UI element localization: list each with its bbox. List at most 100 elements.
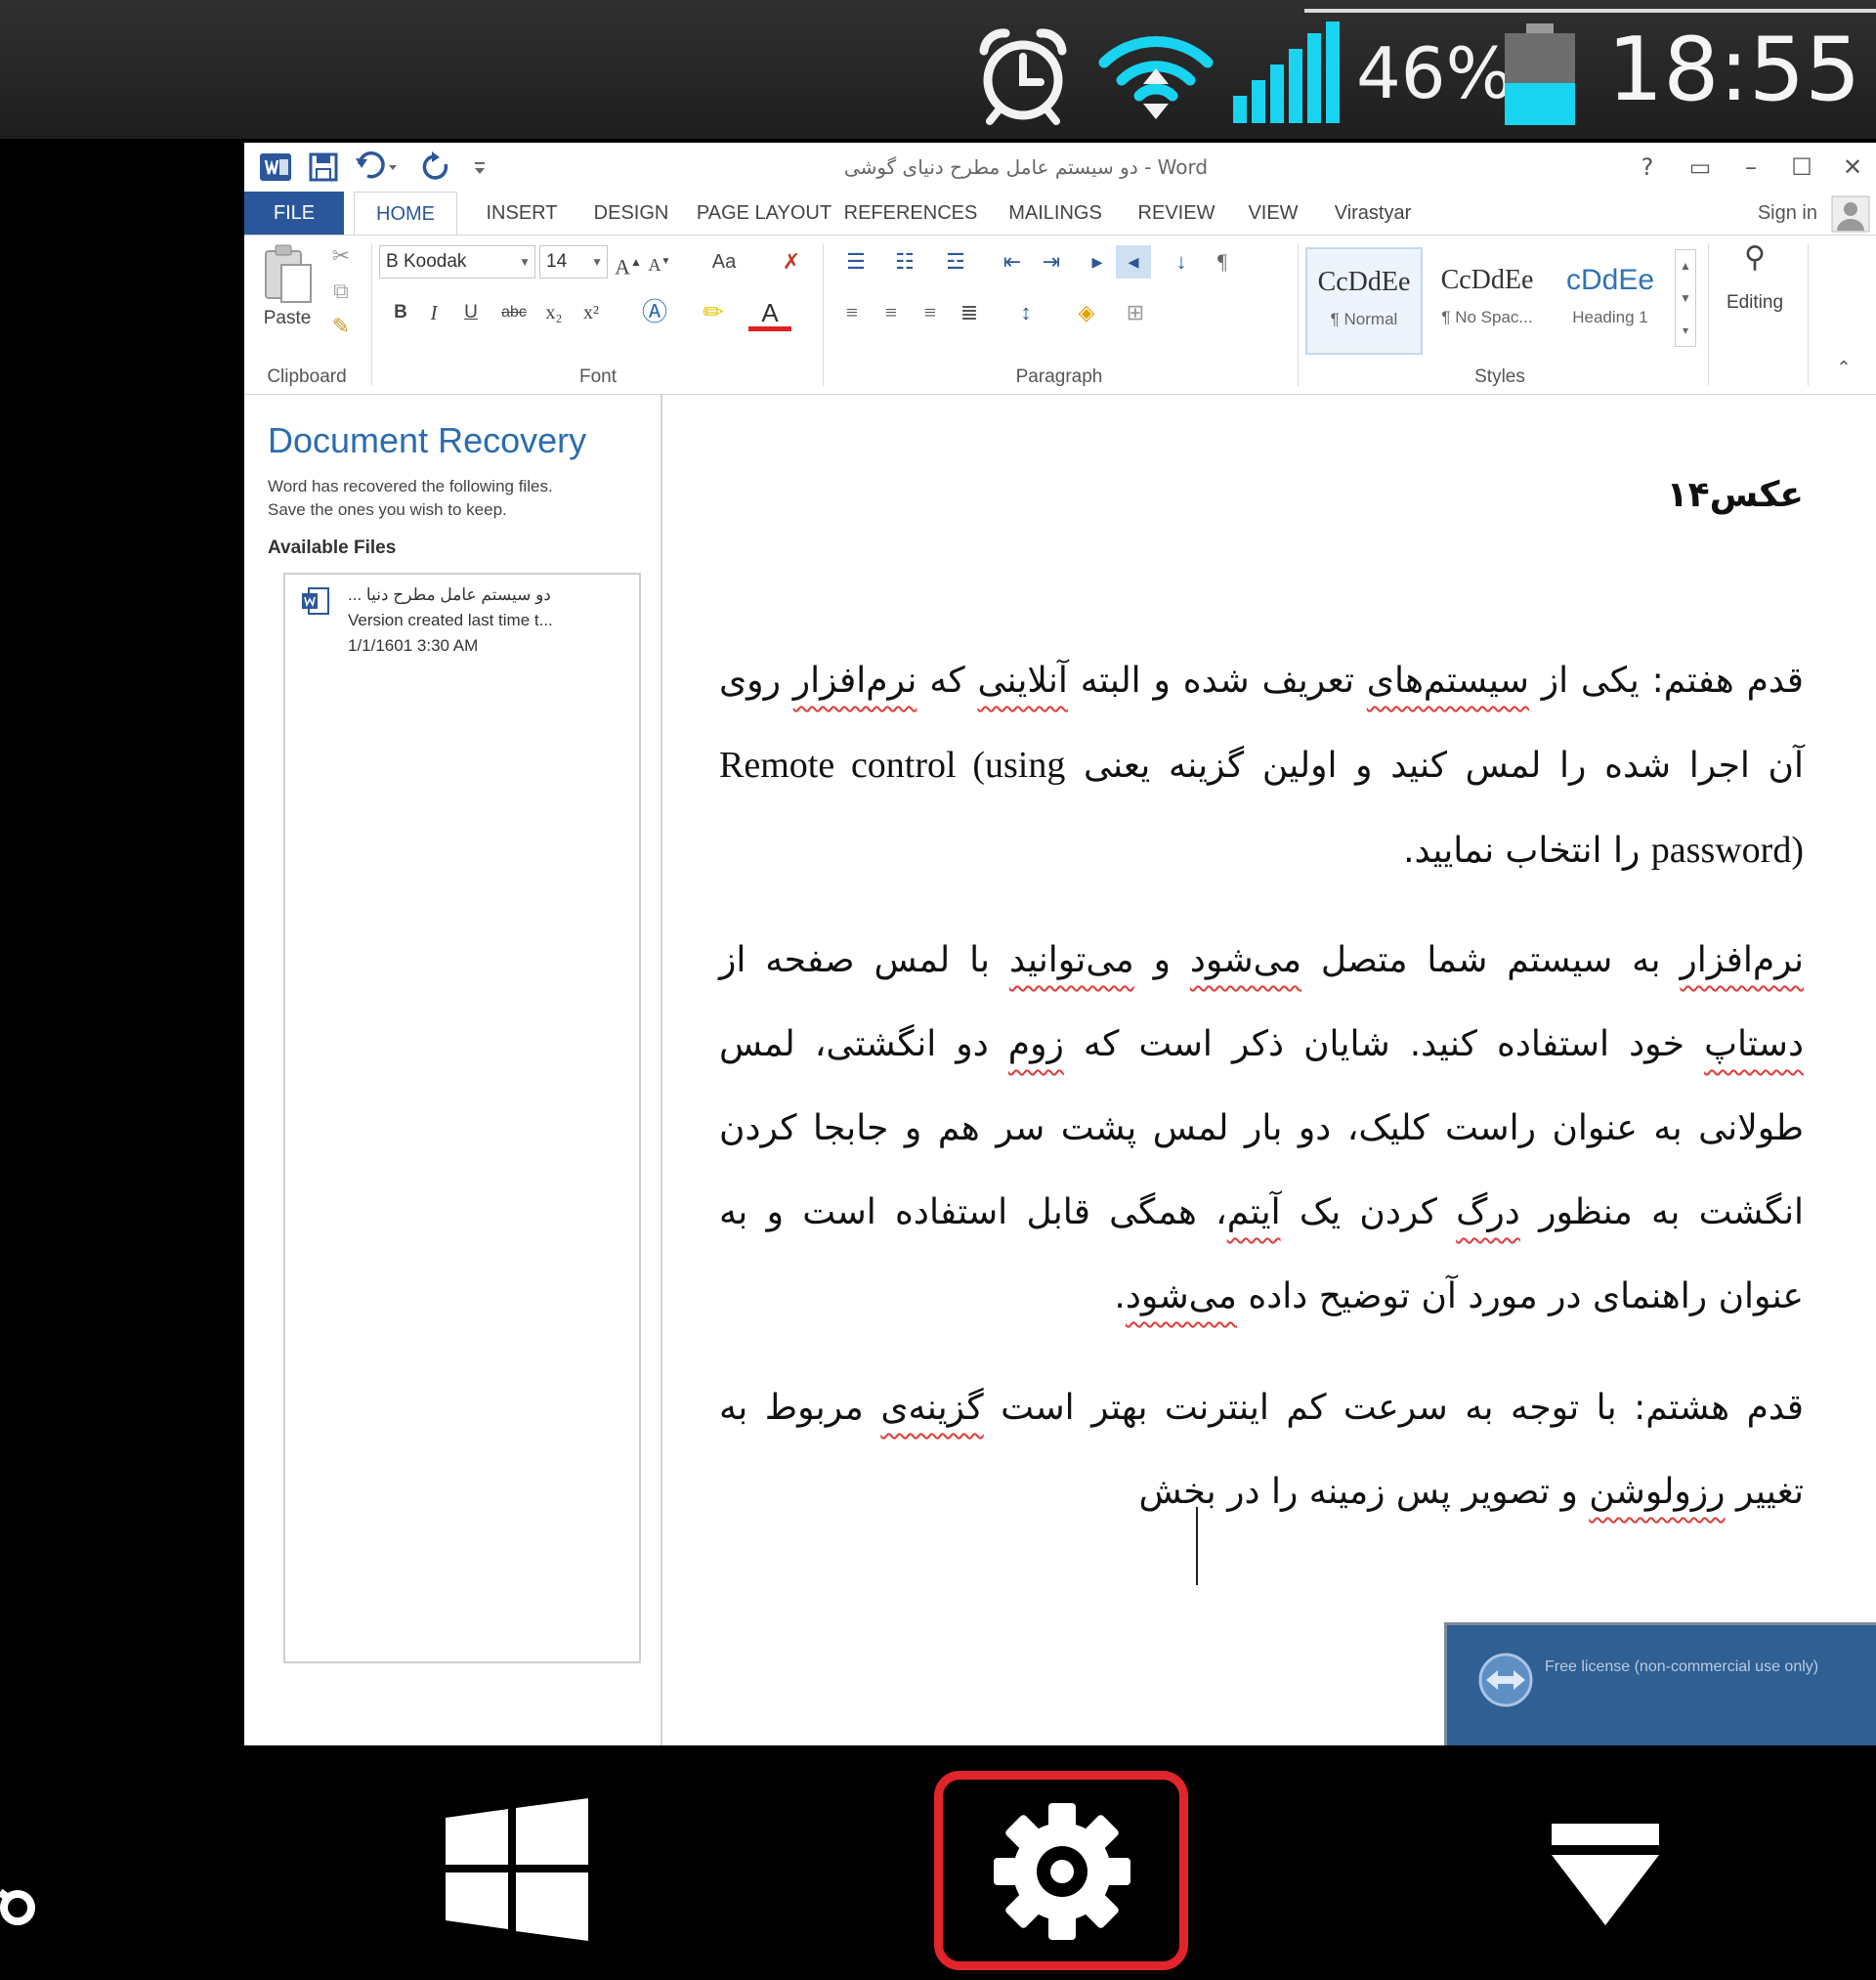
tab-file[interactable]: FILE [244, 192, 344, 235]
maximize-button[interactable]: ☐ [1782, 149, 1821, 186]
word-window: دو سیستم عامل مطرح دنیای گوشی - Word ? ▭… [244, 143, 1876, 1745]
key-icon[interactable] [0, 1863, 43, 1931]
style-name: ¶ Normal [1330, 310, 1398, 328]
recovered-file-name: دو سیستم عامل مطرح دنیا ... [348, 585, 551, 604]
misspelled-word: می‌توانید [1009, 940, 1134, 980]
drop-down-icon[interactable] [1552, 1824, 1659, 1925]
borders-icon[interactable]: ⊞ [1116, 296, 1155, 329]
group-separator [823, 243, 824, 386]
recovered-file-item[interactable]: دو سیستم عامل مطرح دنیا ... Version crea… [285, 575, 639, 663]
clock: 18:55 [1607, 19, 1861, 121]
recovery-title: Document Recovery [268, 420, 587, 460]
help-icon[interactable]: ? [1628, 149, 1667, 186]
align-center-icon[interactable]: ≡ [874, 296, 909, 329]
clear-formatting-icon[interactable]: ✗ [774, 245, 809, 279]
misspelled-word: زوم [1007, 1024, 1064, 1064]
style-name: Heading 1 [1572, 308, 1648, 326]
bold-button[interactable]: B [387, 296, 414, 329]
tab-virastyar[interactable]: Virastyar [1319, 192, 1427, 235]
recovered-file-date: 1/1/1601 3:30 AM [348, 636, 479, 655]
tab-mailings[interactable]: MAILINGS [997, 192, 1114, 235]
close-button[interactable]: ✕ [1833, 149, 1872, 186]
account-avatar-icon[interactable] [1831, 195, 1870, 233]
highlight-icon[interactable]: ✏ [692, 296, 735, 329]
copy-icon[interactable]: ⧉ [326, 275, 356, 308]
grow-font-icon[interactable]: A▲ [614, 245, 643, 279]
tab-design[interactable]: DESIGN [582, 192, 680, 235]
italic-button[interactable]: I [420, 296, 448, 329]
line-spacing-icon[interactable]: ↕ [1006, 296, 1045, 329]
shrink-font-icon[interactable]: A▼ [645, 245, 674, 279]
word-logo-icon [260, 153, 291, 181]
misspelled-word: دستاپ [1704, 1024, 1804, 1064]
superscript-button[interactable]: x² [575, 296, 608, 329]
tab-insert[interactable]: INSERT [473, 192, 571, 235]
numbering-icon[interactable]: ☷ [883, 245, 926, 279]
undo-icon[interactable] [354, 151, 403, 184]
bullets-icon[interactable]: ☰ [834, 245, 877, 279]
collapse-ribbon-icon[interactable]: ⌃ [1827, 351, 1860, 384]
find-binoculars-icon[interactable]: ⚲ [1720, 241, 1790, 275]
paragraph-step-eight: قدم هشتم: با توجه به سرعت کم اینترنت بهت… [719, 1366, 1804, 1534]
recovered-file-version: Version created last time t... [348, 611, 553, 629]
tab-review[interactable]: REVIEW [1128, 192, 1225, 235]
justify-icon[interactable]: ≣ [952, 296, 987, 329]
license-popup[interactable]: Free license (non-commercial use only) [1444, 1622, 1876, 1745]
paste-icon[interactable] [260, 243, 315, 306]
redo-icon[interactable] [420, 151, 453, 184]
align-right-icon[interactable]: ≡ [913, 296, 948, 329]
shading-icon[interactable]: ◈ [1067, 296, 1106, 329]
decrease-indent-icon[interactable]: ⇤ [995, 245, 1030, 279]
settings-gear-icon[interactable] [993, 1802, 1131, 1941]
subscript-button[interactable]: x₂ [537, 296, 571, 329]
format-painter-icon[interactable]: ✎ [326, 310, 356, 343]
save-icon[interactable] [307, 151, 340, 184]
multilevel-list-icon[interactable]: ☲ [934, 245, 977, 279]
windows-icon[interactable] [446, 1798, 588, 1941]
styles-scroll[interactable]: ▲ ▼ ▾ [1675, 249, 1696, 347]
text-run: قدم هشتم: با توجه به سرعت کم اینترنت بهت… [983, 1388, 1805, 1428]
show-formatting-icon[interactable]: ¶ [1208, 245, 1237, 279]
strikethrough-button[interactable]: abc [494, 296, 533, 329]
text-effects-icon[interactable]: Ⓐ [635, 296, 674, 329]
paste-button[interactable]: Paste [250, 302, 324, 335]
change-case-button[interactable]: Aa [700, 245, 748, 279]
misspelled-word: گزینه‌ی [880, 1388, 984, 1428]
rtl-icon[interactable]: ◂ [1116, 245, 1151, 279]
style-normal[interactable]: CcDdEe ¶ Normal [1305, 247, 1423, 355]
underline-button[interactable]: U [453, 296, 489, 329]
tab-page-layout[interactable]: PAGE LAYOUT [694, 192, 834, 235]
misspelled-word: درگ [1456, 1192, 1520, 1232]
sort-icon[interactable]: ↓ [1167, 245, 1196, 279]
increase-indent-icon[interactable]: ⇥ [1034, 245, 1069, 279]
document-page[interactable]: عکس۱۴ قدم هفتم: یکی از سیستم‌های تعریف ش… [664, 395, 1876, 1745]
group-label-styles: Styles [1474, 366, 1525, 387]
text-run: به سیستم شما متصل [1300, 940, 1681, 980]
license-text: Free license (non-commercial use only) [1545, 1658, 1819, 1675]
misspelled-word: رزولوشن [1589, 1472, 1726, 1512]
style-sample: CcDdEe [1440, 265, 1534, 295]
text-run: و [1133, 940, 1190, 980]
editing-button[interactable]: Editing [1710, 286, 1800, 320]
paragraph-connection-info: نرم‌افزار به سیستم شما متصل می‌شود و می‌… [719, 919, 1804, 1339]
ltr-icon[interactable]: ▸ [1083, 245, 1112, 279]
customize-qat-icon[interactable] [471, 151, 489, 184]
title-bar: دو سیستم عامل مطرح دنیای گوشی - Word ? ▭… [244, 143, 1876, 192]
tab-view[interactable]: VIEW [1239, 192, 1307, 235]
sign-in-link[interactable]: Sign in [1729, 192, 1817, 235]
font-size-combo[interactable]: 14 ▼ [539, 245, 608, 279]
text-run: را انتخاب نمایید. [1403, 831, 1651, 871]
style-heading-1[interactable]: cDdEe Heading 1 [1552, 247, 1669, 355]
style-no-spacing[interactable]: CcDdEe ¶ No Spac... [1428, 247, 1546, 355]
misspelled-word: می‌شود [1125, 1276, 1237, 1316]
font-color-icon[interactable]: A [748, 296, 791, 331]
misspelled-word: آنلاینی [977, 661, 1068, 701]
tab-home[interactable]: HOME [354, 192, 457, 235]
minimize-button[interactable]: – [1731, 149, 1770, 186]
misspelled-word: نرم‌افزار [792, 661, 917, 701]
align-left-icon[interactable]: ≡ [834, 296, 870, 329]
tab-references[interactable]: REFERENCES [842, 192, 979, 235]
ribbon-display-options-icon[interactable]: ▭ [1681, 149, 1720, 186]
cut-icon[interactable]: ✂ [326, 239, 356, 273]
font-name-combo[interactable]: B Koodak ▼ [379, 245, 535, 279]
